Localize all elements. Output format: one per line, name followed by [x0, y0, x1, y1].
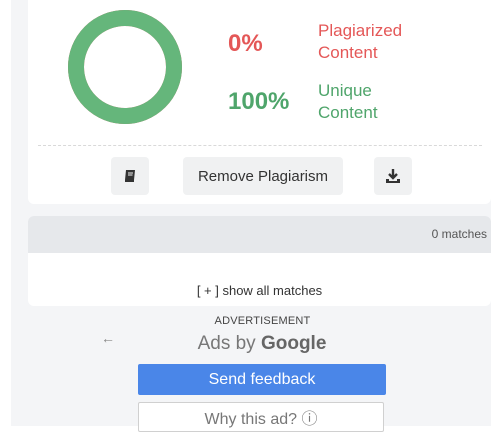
- unique-label-line1: Unique: [318, 81, 372, 100]
- plagiarized-label: Plagiarized Content: [318, 20, 402, 64]
- left-gutter: [0, 0, 11, 426]
- remove-plagiarism-button[interactable]: Remove Plagiarism: [183, 157, 343, 195]
- advertisement-label: ADVERTISEMENT: [214, 315, 311, 327]
- unique-label-line2: Content: [318, 103, 378, 122]
- download-button[interactable]: [374, 157, 412, 195]
- show-all-matches-link[interactable]: [ + ] show all matches: [28, 283, 491, 298]
- plagiarized-percent: 0%: [228, 30, 263, 57]
- plagiarized-label-line1: Plagiarized: [318, 21, 403, 40]
- ads-by-brand: Google: [260, 333, 327, 354]
- ads-by-google: Ads by Google: [97, 333, 427, 355]
- page: 0% Plagiarized Content 100% Unique Conte…: [0, 0, 497, 432]
- unique-percent: 100%: [228, 88, 290, 115]
- divider: [38, 145, 482, 146]
- ad-box: ← Ads by Google Send feedback Why this a…: [97, 330, 427, 432]
- send-feedback-button[interactable]: Send feedback: [138, 364, 386, 395]
- uniqueness-donut-chart: [68, 10, 182, 124]
- matches-header: 0 matches: [28, 216, 491, 253]
- plagiarized-label-line2: Content: [318, 43, 378, 62]
- result-card: 0% Plagiarized Content 100% Unique Conte…: [28, 0, 491, 204]
- download-icon: [386, 169, 400, 183]
- book-button[interactable]: [111, 157, 149, 195]
- matches-count: 0 matches: [431, 227, 487, 241]
- book-icon: [125, 170, 135, 182]
- why-this-ad-button[interactable]: Why this ad? ⓘ: [138, 402, 384, 432]
- matches-card: 0 matches [ + ] show all matches: [28, 216, 491, 306]
- unique-label: Unique Content: [318, 80, 378, 124]
- donut-unique-arc: [68, 10, 182, 124]
- right-gutter: [491, 0, 497, 426]
- ads-by-prefix: Ads by: [197, 333, 256, 354]
